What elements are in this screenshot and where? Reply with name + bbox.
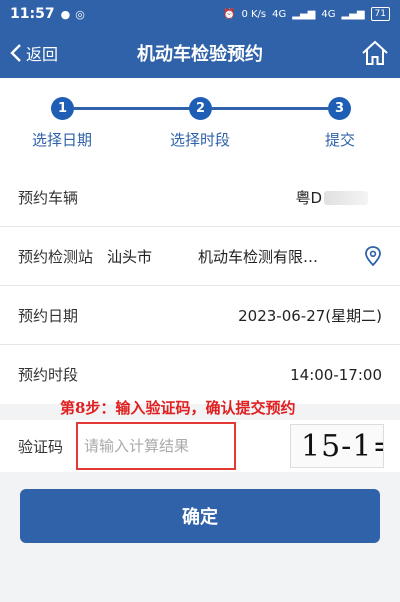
back-button[interactable]: 返回 <box>0 41 100 65</box>
captcha-input[interactable] <box>76 422 236 470</box>
time-slot-label: 预约时段 <box>18 366 79 384</box>
nav-bar: 返回 机动车检验预约 <box>0 28 400 78</box>
appointment-form: 预约车辆 粤D 预约检测站 汕头市 机动车检测有限… 预约日期 2023-06-… <box>0 168 400 404</box>
step-annotation: 第8步：输入验证码，确认提交预约 <box>60 399 296 417</box>
date-label: 预约日期 <box>18 306 79 325</box>
chevron-left-icon <box>10 44 21 62</box>
status-right: ⏰ 0 K/s 4G ▂▄▆ 4G ▂▄▆ 71 <box>223 7 390 21</box>
step-circle-1: 1 <box>51 97 74 120</box>
captcha-row: 验证码 15-1= <box>0 420 400 472</box>
step-circle-2: 2 <box>189 97 212 120</box>
step-connector-1 <box>74 107 190 110</box>
captcha-image-text: 15-1= <box>301 429 383 464</box>
vehicle-plate: 粤D <box>295 188 322 207</box>
date-row: 预约日期 2023-06-27(星期二) <box>0 286 400 345</box>
time-slot-value: 14:00-17:00 <box>290 365 382 384</box>
signal-2: 4G <box>321 8 336 20</box>
step-label-3: 提交 <box>324 131 356 149</box>
station-city: 汕头市 <box>107 247 153 266</box>
station-row[interactable]: 预约检测站 汕头市 机动车检测有限… <box>0 227 400 286</box>
step-label-2: 选择时段 <box>169 131 231 149</box>
location-icon: ◎ <box>75 7 85 21</box>
station-name: 机动车检测有限… <box>198 247 319 266</box>
confirm-button[interactable]: 确定 <box>20 489 380 543</box>
step-connector-2 <box>212 107 328 110</box>
vehicle-value: 粤D <box>295 187 368 208</box>
time-slot-row: 预约时段 14:00-17:00 <box>0 345 400 404</box>
status-time: 11:57 <box>10 6 55 22</box>
battery-icon: 71 <box>370 7 390 21</box>
alarm-icon: ⏰ <box>223 8 236 20</box>
network-speed: 0 K/s <box>241 8 267 20</box>
signal-bars-icon-2: ▂▄▆ <box>341 8 365 20</box>
vehicle-row: 预约车辆 粤D <box>0 168 400 227</box>
date-value: 2023-06-27(星期二) <box>238 306 382 325</box>
back-label: 返回 <box>26 45 59 64</box>
signal-bars-icon: ▂▄▆ <box>292 8 316 20</box>
plate-redaction <box>324 191 368 205</box>
station-label: 预约检测站 <box>18 247 94 266</box>
status-bar: 11:57 ● ◎ ⏰ 0 K/s 4G ▂▄▆ 4G ▂▄▆ 71 <box>0 0 400 28</box>
vehicle-label: 预约车辆 <box>18 188 79 207</box>
station-value: 汕头市 机动车检测有限… <box>107 246 358 267</box>
step-circle-3: 3 <box>328 97 351 120</box>
step-label-1: 选择日期 <box>31 131 93 149</box>
wechat-icon: ● <box>60 7 71 21</box>
signal-1: 4G <box>272 8 287 20</box>
captcha-image[interactable]: 15-1= <box>290 424 384 468</box>
captcha-label: 验证码 <box>18 437 64 456</box>
stepper: 1 2 3 选择日期 选择时段 提交 <box>0 78 400 168</box>
home-icon[interactable] <box>360 38 390 68</box>
location-pin-icon[interactable] <box>364 246 382 266</box>
